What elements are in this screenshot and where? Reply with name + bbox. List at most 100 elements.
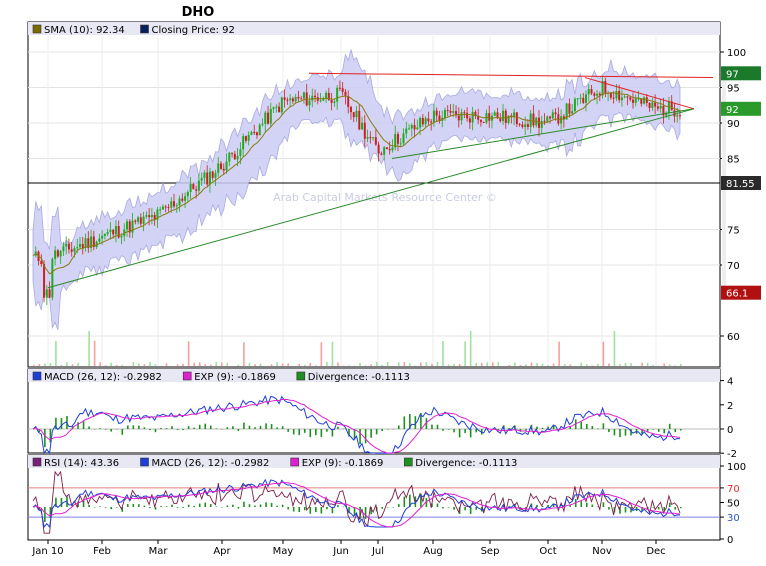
candle-body — [60, 251, 62, 256]
divergence-bar — [110, 429, 112, 432]
chart-window: DHO Arab Capital Markets Resource Center… — [0, 0, 766, 562]
x-tick-label: Feb — [93, 546, 111, 557]
candle-body — [596, 94, 598, 96]
price-badge-label: 66.1 — [726, 289, 748, 300]
rsi-divergence-bar — [265, 502, 267, 507]
volume-bar — [39, 364, 41, 366]
candle-body — [450, 111, 452, 113]
price-tick-label: 75 — [727, 226, 740, 237]
rsi-divergence-bar — [99, 506, 101, 507]
volume-bar — [348, 365, 350, 366]
divergence-bar — [370, 429, 372, 438]
candle-body — [624, 96, 626, 97]
candle-body — [358, 111, 360, 130]
rsi-divergence-bar — [243, 502, 245, 507]
divergence-bar — [138, 426, 140, 429]
candle-body — [544, 121, 546, 122]
rsi-divergence-bar — [337, 505, 339, 507]
divergence-bar — [343, 429, 345, 430]
volume-bar — [381, 365, 383, 366]
candle-body — [162, 207, 164, 210]
rsi-divergence-bar — [182, 507, 184, 508]
candle-body — [436, 111, 438, 116]
divergence-bar — [232, 426, 234, 429]
divergence-bar — [210, 425, 212, 429]
divergence-bar — [680, 429, 682, 430]
volume-bar — [298, 364, 300, 366]
candle-body — [134, 221, 136, 222]
candle-body — [635, 99, 637, 103]
volume-bar — [453, 364, 455, 366]
candle-body — [228, 153, 230, 162]
volume-bar — [553, 363, 555, 366]
volume-bar — [370, 364, 372, 366]
rsi-divergence-bar — [110, 507, 112, 509]
candle-body — [668, 101, 670, 112]
price-legend-label: SMA (10): 92.34 — [44, 25, 125, 36]
volume-bar — [404, 362, 406, 366]
candle-body — [206, 173, 208, 185]
divergence-bar — [525, 429, 527, 431]
price-badge-label: 81.55 — [726, 179, 755, 190]
rsi-tick-label: 70 — [727, 484, 740, 495]
candle-body — [109, 230, 111, 232]
divergence-bar — [437, 425, 439, 429]
price-badge-label: 97 — [726, 69, 739, 80]
volume-bar — [321, 342, 323, 366]
rsi-divergence-bar — [304, 507, 306, 510]
candle-body — [676, 115, 678, 116]
divergence-bar — [309, 429, 311, 437]
rsi-divergence-bar — [392, 507, 394, 508]
chart-title: DHO — [182, 5, 215, 20]
candle-body — [278, 107, 280, 113]
divergence-bar — [398, 425, 400, 429]
rsi-divergence-bar — [105, 507, 107, 508]
divergence-bar — [182, 429, 184, 430]
rsi-divergence-bar — [221, 507, 223, 508]
candle-body — [505, 111, 507, 123]
x-tick-label: Nov — [592, 546, 612, 557]
rsi-divergence-bar — [149, 507, 151, 508]
rsi-tick-label: 30 — [727, 513, 740, 524]
divergence-bar — [381, 429, 383, 431]
candle-body — [148, 215, 150, 217]
price-tick-label: 85 — [727, 155, 740, 166]
candle-body — [104, 234, 106, 236]
divergence-bar — [105, 429, 107, 430]
rsi-axis: 1007050300 — [720, 462, 746, 546]
rsi-divergence-bar — [442, 507, 444, 508]
macd-legend-swatch — [33, 372, 41, 380]
rsi-divergence-bar — [608, 507, 610, 510]
divergence-bar — [77, 422, 79, 429]
candle-body — [314, 96, 316, 97]
volume-bar — [66, 362, 68, 366]
volume-bar — [459, 364, 461, 366]
candle-body — [71, 249, 73, 251]
volume-bar — [166, 363, 168, 366]
rsi-divergence-bar — [669, 503, 671, 507]
volume-bar — [509, 365, 511, 366]
candle-body — [82, 244, 84, 248]
divergence-bar — [608, 429, 610, 432]
watermark-text: Arab Capital Markets Resource Center © — [273, 191, 497, 204]
divergence-bar — [580, 422, 582, 429]
volume-bar — [592, 365, 594, 366]
candle-body — [76, 247, 78, 248]
candle-body — [46, 289, 48, 297]
volume-bar — [669, 364, 671, 366]
rsi-divergence-bar — [404, 497, 406, 507]
rsi-divergence-bar — [326, 507, 328, 509]
rsi-divergence-bar — [298, 507, 300, 512]
volume-bar — [149, 362, 151, 366]
volume-bar — [221, 362, 223, 366]
divergence-bar — [83, 421, 85, 429]
divergence-bar — [304, 429, 306, 433]
candle-body — [170, 201, 172, 207]
candle-body — [403, 133, 405, 143]
candle-body — [649, 103, 651, 108]
candle-body — [303, 92, 305, 98]
candle-body — [361, 123, 363, 130]
volume-bar — [227, 363, 229, 366]
candle-body — [532, 114, 534, 126]
volume-bar — [431, 364, 433, 366]
